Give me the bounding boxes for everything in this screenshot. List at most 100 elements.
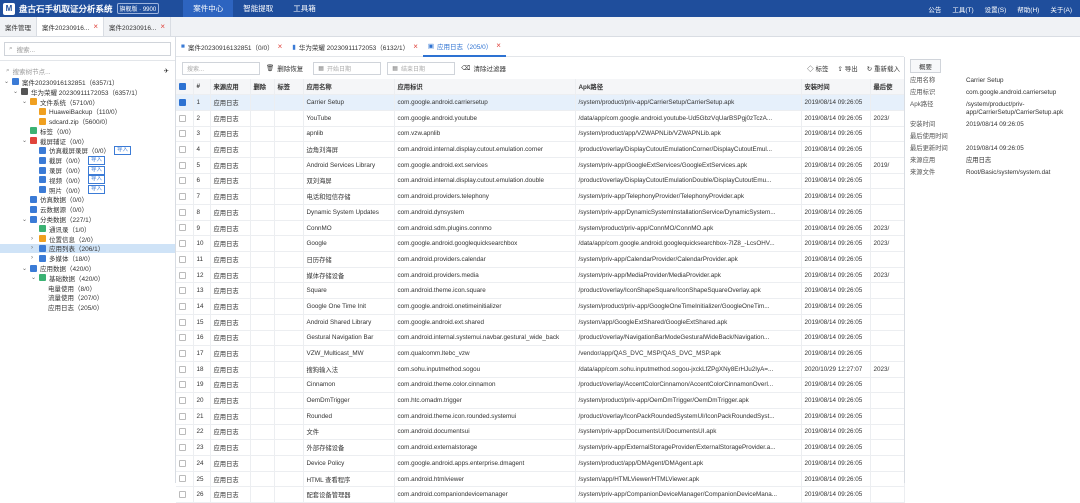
left-search-input[interactable]: ⌕ 搜索... bbox=[4, 42, 171, 56]
table-row[interactable]: 2 应用日志 YouTube com.google.android.youtube/d… bbox=[176, 110, 905, 127]
row-checkbox[interactable] bbox=[176, 173, 194, 190]
row-checkbox[interactable] bbox=[176, 282, 194, 300]
menu-notice[interactable]: 公告 bbox=[928, 4, 941, 14]
tree-node[interactable]: 流量使用（207/0） bbox=[0, 293, 175, 302]
export-button[interactable]: ⇪ 导出 bbox=[837, 63, 857, 73]
table-row[interactable]: 6 应用日志 双刘海屏 com.android.internal.display.cu… bbox=[176, 173, 905, 190]
table-row[interactable]: 17 应用日志 VZW_Multicast_MW com.qualcomm.ltebc… bbox=[176, 345, 905, 362]
tree-node[interactable]: ⌄ 文件系统（5710/0） bbox=[0, 97, 175, 107]
tab-case-management[interactable]: 案件管理 bbox=[0, 17, 37, 36]
chevron-icon[interactable]: › bbox=[31, 245, 39, 251]
row-checkbox[interactable] bbox=[176, 377, 194, 394]
row-checkbox[interactable] bbox=[176, 220, 194, 237]
tree-node[interactable]: 录屏（0/0） 导入 bbox=[0, 165, 175, 175]
tree-node[interactable]: 电量使用（8/0） bbox=[0, 283, 175, 293]
table-row[interactable]: 26 应用日志 配套设备管理器 com.android.companiondevice… bbox=[176, 486, 905, 503]
row-checkbox[interactable] bbox=[176, 361, 194, 378]
table-row[interactable]: 24 应用日志 Device Policy com.google.android.ap… bbox=[176, 455, 905, 472]
row-checkbox[interactable] bbox=[176, 298, 194, 315]
row-checkbox[interactable] bbox=[176, 110, 194, 127]
row-checkbox[interactable] bbox=[176, 204, 194, 221]
tree-node[interactable]: 截屏（0/0） 导入 bbox=[0, 155, 175, 165]
tree-node[interactable]: › 位置信息（2/0） bbox=[0, 234, 175, 244]
tree-node[interactable]: 云数据源（0/0） bbox=[0, 204, 175, 214]
tree-node[interactable]: ⌄ 华为荣耀 20230911172053（6357/1） bbox=[0, 87, 175, 97]
tab-summary[interactable]: 概要 bbox=[910, 59, 941, 73]
table-row[interactable]: 5 应用日志 Android Services Library com.google.… bbox=[176, 157, 905, 174]
row-checkbox[interactable] bbox=[176, 267, 194, 284]
reload-button[interactable]: ↻ 重新载入 bbox=[867, 63, 900, 73]
tree-node[interactable]: › 应用列表（206/1） bbox=[0, 243, 175, 253]
table-row[interactable]: 11 应用日志 日历存储 com.android.providers.calendar… bbox=[176, 251, 905, 268]
row-checkbox[interactable] bbox=[176, 439, 194, 456]
menu-about[interactable]: 关于(A) bbox=[1050, 4, 1072, 14]
tab-device[interactable]: ▮ 华为荣耀 20230911172053（6132/1） × bbox=[287, 37, 423, 57]
tab-case-2[interactable]: 案件20230916... × bbox=[104, 17, 172, 36]
table-row[interactable]: 25 应用日志 HTML 查看程序 com.android.htmlviewer/sy… bbox=[176, 471, 905, 488]
table-row[interactable]: 13 应用日志 Square com.android.theme.icon.squar… bbox=[176, 282, 905, 300]
col-header[interactable]: 安装时间 bbox=[801, 79, 871, 96]
col-header[interactable]: 应用标识 bbox=[394, 79, 576, 96]
clear-filter-button[interactable]: ⌫ 清除过滤器 bbox=[461, 63, 506, 73]
chevron-icon[interactable]: › bbox=[31, 255, 39, 261]
table-row[interactable]: 12 应用日志 媒体存储设备 com.android.providers.media /… bbox=[176, 267, 905, 284]
col-header[interactable]: 标签 bbox=[274, 79, 304, 96]
pin-icon[interactable]: ✈ bbox=[164, 67, 169, 75]
row-checkbox[interactable] bbox=[176, 408, 194, 425]
import-button[interactable]: 导入 bbox=[88, 165, 106, 175]
col-header[interactable]: Apk路径 bbox=[575, 79, 802, 96]
table-row[interactable]: 3 应用日志 apnlib com.vzw.apnlib/system/product… bbox=[176, 126, 905, 143]
chevron-icon[interactable]: ⌄ bbox=[22, 216, 30, 223]
row-checkbox[interactable] bbox=[176, 424, 194, 441]
tree-node[interactable]: 视频（0/0） 导入 bbox=[0, 175, 175, 185]
tree-node[interactable]: 通讯录（1/0） bbox=[0, 224, 175, 234]
col-header[interactable]: 应用名称 bbox=[303, 79, 395, 96]
import-button[interactable]: 导入 bbox=[114, 145, 132, 155]
table-row[interactable]: 21 应用日志 Rounded com.android.theme.icon.roun… bbox=[176, 408, 905, 425]
table-row[interactable]: 23 应用日志 外部存储设备 com.android.externalstorage /… bbox=[176, 439, 905, 456]
tree-filter-input[interactable]: ⌕ 搜索树节点... ✈ bbox=[0, 65, 175, 77]
tree-node[interactable]: ⌄ 截屏辅证（0/0） bbox=[0, 136, 175, 146]
row-checkbox[interactable] bbox=[176, 392, 194, 409]
tree-node[interactable]: 仿真数据（0/0） bbox=[0, 195, 175, 204]
close-icon[interactable]: × bbox=[160, 22, 165, 31]
row-checkbox[interactable] bbox=[176, 486, 194, 503]
menu-toolbox[interactable]: 工具箱 bbox=[283, 0, 326, 17]
table-row[interactable]: 16 应用日志 Gestural Navigation Bar com.android… bbox=[176, 330, 905, 347]
row-checkbox[interactable] bbox=[176, 94, 194, 111]
col-header[interactable]: 最后使 bbox=[870, 79, 905, 96]
row-checkbox[interactable] bbox=[176, 235, 194, 253]
row-checkbox[interactable] bbox=[176, 141, 194, 158]
chevron-icon[interactable]: ⌄ bbox=[22, 137, 30, 144]
tree-node[interactable]: ⌄ 案件20230916132851（6357/1） bbox=[0, 77, 175, 87]
tree-node[interactable]: ⌄ 应用数据（420/0） bbox=[0, 263, 175, 273]
col-header[interactable]: # bbox=[193, 79, 211, 96]
tree-node[interactable]: 照片（0/0） 导入 bbox=[0, 185, 175, 195]
col-header[interactable]: 来源应用 bbox=[210, 79, 251, 96]
chevron-icon[interactable]: ⌄ bbox=[22, 98, 30, 105]
tab-case-summary[interactable]: ■ 案件20230916132851（0/0） × bbox=[176, 37, 287, 57]
menu-tools[interactable]: 工具(T) bbox=[952, 4, 973, 14]
table-row[interactable]: 14 应用日志 Google One Time Init com.google.and… bbox=[176, 298, 905, 315]
import-button[interactable]: 导入 bbox=[88, 155, 106, 165]
row-checkbox[interactable] bbox=[176, 314, 194, 331]
chevron-icon[interactable]: › bbox=[31, 236, 39, 242]
tag-button[interactable]: ◇ 标签 bbox=[807, 63, 828, 73]
table-row[interactable]: 20 应用日志 OemDmTrigger com.htc.omadm.trigger /… bbox=[176, 392, 905, 409]
tree-node[interactable]: ⌄ 分类数据（227/1） bbox=[0, 214, 175, 224]
col-header[interactable]: 删除 bbox=[250, 79, 275, 96]
row-checkbox[interactable] bbox=[176, 345, 194, 362]
row-checkbox[interactable] bbox=[176, 126, 194, 143]
tree-node[interactable]: ⌄ 基础数据（420/0） bbox=[0, 273, 175, 283]
table-row[interactable]: 7 应用日志 电话和短信存储 com.android.providers.teleph… bbox=[176, 188, 905, 205]
table-row[interactable]: 10 应用日志 Google com.google.android.googlequi… bbox=[176, 235, 905, 253]
table-row[interactable]: 8 应用日志 Dynamic System Updates com.android.d… bbox=[176, 204, 905, 221]
tree-node[interactable]: HuaweiBackup（110/0） bbox=[0, 106, 175, 116]
row-checkbox[interactable] bbox=[176, 251, 194, 268]
row-checkbox[interactable] bbox=[176, 330, 194, 347]
delete-restore-button[interactable]: 🗑 删除恢复 bbox=[266, 63, 303, 73]
chevron-icon[interactable]: ⌄ bbox=[22, 265, 30, 272]
table-row[interactable]: 19 应用日志 Cinnamon com.android.theme.color.ci… bbox=[176, 377, 905, 394]
table-row[interactable]: 15 应用日志 Android Shared Library com.google.a… bbox=[176, 314, 905, 331]
menu-case-center[interactable]: 案件中心 bbox=[183, 0, 234, 17]
